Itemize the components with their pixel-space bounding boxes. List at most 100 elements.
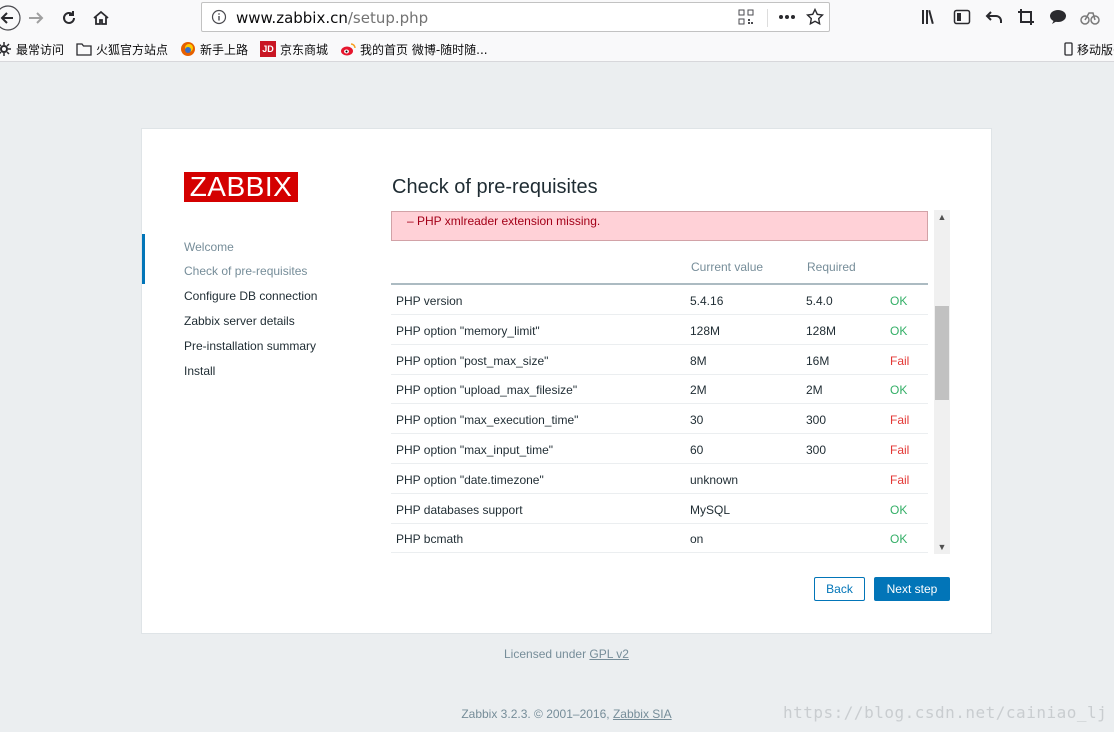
header-required: Required [807,260,856,274]
step-welcome: Welcome [184,240,234,254]
home-icon[interactable] [87,4,115,32]
extension-icon[interactable] [1079,6,1101,28]
bookmark-label: 京东商城 [280,42,329,57]
required-value: 5.4.0 [806,294,833,308]
step-install: Install [184,364,216,378]
next-step-button[interactable]: Next step [874,577,950,601]
bookmark-label: 新手上路 [200,42,249,57]
table-row: PHP option "post_max_size" 8M 16M Fail [391,345,928,375]
table-row: PHP option "max_execution_time" 30 300 Fail [391,404,928,435]
info-icon[interactable] [209,7,229,27]
folder-icon [76,41,92,57]
current-value: 5.4.16 [690,294,724,308]
address-bar[interactable]: www.zabbix.cn/setup.php [201,2,830,32]
current-value: 2M [690,383,707,398]
required-value: 300 [806,413,827,428]
library-icon[interactable] [919,6,941,28]
step-server-details: Zabbix server details [184,314,295,328]
url-host: www.zabbix.cn [236,9,348,27]
table-row: PHP option "date.timezone" unknown Fail [391,464,928,494]
undo-icon[interactable] [983,6,1005,28]
current-step-marker [142,234,145,284]
jd-icon: JD [260,41,276,57]
table-row: PHP option "memory_limit" 128M 128M OK [391,315,928,345]
check-name: PHP version [396,294,463,308]
required-value: 2M [806,383,823,398]
chat-icon[interactable] [1047,6,1069,28]
url-text[interactable]: www.zabbix.cn/setup.php [236,9,428,27]
status-badge: Fail [890,413,910,428]
check-name: PHP option "post_max_size" [396,353,549,368]
check-name: PHP databases support [396,502,523,517]
current-value: 128M [690,323,721,338]
bookmark-getting-started[interactable]: 新手上路 [180,40,248,58]
crop-icon[interactable] [1015,6,1037,28]
watermark: https://blog.csdn.net/cainiao_lj [783,703,1108,722]
step-summary: Pre-installation summary [184,339,317,353]
bookmark-label: 我的首页 微博-随时随... [360,42,488,57]
url-separator [767,9,768,27]
license-link[interactable]: GPL v2 [589,647,629,661]
table-row: PHP version 5.4.16 5.4.0 OK [391,285,928,315]
setup-wizard-card: ZABBIX Welcome Check of pre-requisites C… [141,128,992,634]
status-badge: OK [890,532,908,547]
bookmark-jd[interactable]: JD 京东商城 [260,40,328,58]
copyright-prefix: Zabbix 3.2.3. © 2001–2016, [461,707,613,721]
page-actions-icon[interactable] [777,7,797,27]
required-value: 16M [806,353,830,368]
status-badge: OK [890,502,908,517]
page-body: ZABBIX Welcome Check of pre-requisites C… [0,62,1114,732]
browser-toolbar: www.zabbix.cn/setup.php [0,0,1114,36]
status-badge: OK [890,323,908,338]
current-value: on [690,532,704,547]
zabbix-sia-link[interactable]: Zabbix SIA [613,707,672,721]
check-name: PHP option "max_input_time" [396,443,554,457]
weibo-icon [340,41,356,57]
check-name: PHP option "upload_max_filesize" [396,383,578,398]
scrollbar-thumb[interactable] [935,306,949,400]
qrcode-icon[interactable] [736,7,756,27]
status-badge: OK [890,383,908,398]
forward-icon[interactable] [22,4,50,32]
status-badge: Fail [890,472,910,487]
required-value: 300 [806,443,827,457]
table-row: PHP bcmath on OK [391,523,928,554]
bookmark-label: 火狐官方站点 [96,42,169,57]
status-badge: Fail [890,443,910,457]
table-row: PHP option "max_input_time" 60 300 Fail [391,434,928,464]
scroll-up-icon[interactable]: ▲ [934,210,950,224]
firefox-icon [180,41,196,57]
check-name: PHP bcmath [396,532,464,547]
current-value: 60 [690,443,704,457]
header-current-value: Current value [691,260,764,274]
check-name: PHP option "date.timezone" [396,472,544,487]
page-title: Check of pre-requisites [392,176,598,198]
bookmark-star-icon[interactable] [805,7,825,27]
license-note: Licensed under GPL v2 [0,647,1114,661]
step-check-prerequisites: Check of pre-requisites [184,264,308,278]
scrollbar[interactable]: ▲ ▼ [934,210,950,554]
scroll-down-icon[interactable]: ▼ [934,540,950,554]
mobile-icon [1063,41,1073,57]
zabbix-logo: ZABBIX [184,172,298,202]
bookmark-mobile[interactable]: 移动版书 [1063,40,1114,58]
current-value: unknown [690,472,739,487]
table-row: PHP databases support MySQL OK [391,494,928,524]
bookmark-weibo[interactable]: 我的首页 微博-随时随... [340,40,488,58]
prerequisites-panel[interactable]: – PHP xmlreader extension missing. Curre… [391,209,950,554]
back-button[interactable]: Back [814,577,865,601]
error-message: – PHP xmlreader extension missing. [391,211,928,241]
back-icon[interactable] [0,4,22,32]
status-badge: Fail [890,353,910,368]
sidebar-icon[interactable] [951,6,973,28]
check-name: PHP option "memory_limit" [396,323,540,338]
license-prefix: Licensed under [504,647,590,661]
bookmark-label: 最常访问 [16,42,65,57]
check-name: PHP option "max_execution_time" [396,413,579,428]
current-value: 8M [690,353,707,368]
bookmark-most-visited[interactable]: 最常访问 [0,40,64,58]
gear-icon [0,41,12,57]
reload-icon[interactable] [55,4,83,32]
bookmark-label: 移动版书 [1077,42,1114,57]
bookmark-firefox-official[interactable]: 火狐官方站点 [76,40,168,58]
